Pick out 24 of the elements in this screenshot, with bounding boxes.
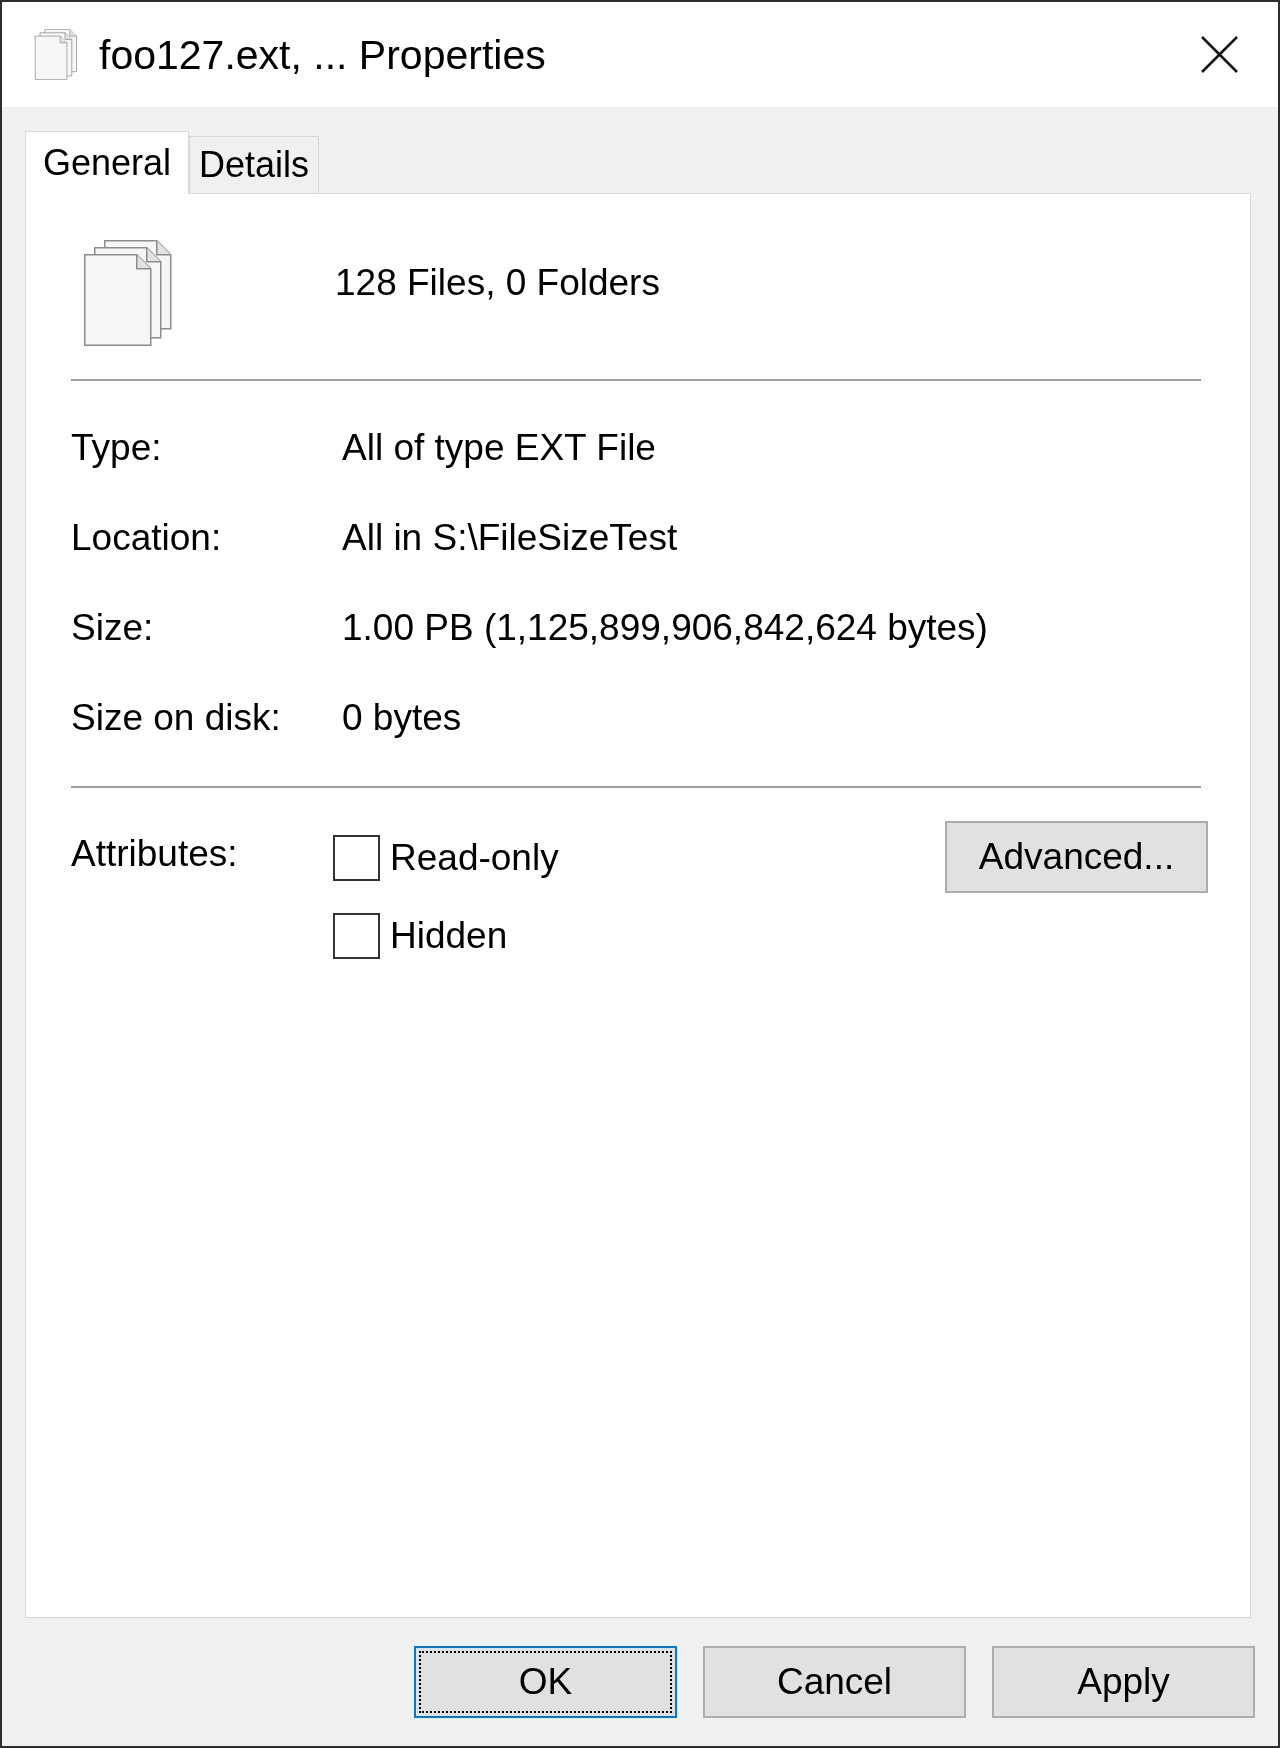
property-value: All of type EXT File xyxy=(342,426,656,470)
close-icon xyxy=(1201,36,1238,73)
property-label: Type: xyxy=(71,426,163,470)
documents-icon xyxy=(33,29,79,80)
property-value: 0 bytes xyxy=(342,696,462,740)
selection-summary: 128 Files, 0 Folders xyxy=(335,261,660,305)
property-label: Size on disk: xyxy=(71,696,282,740)
dialog-button[interactable]: Cancel xyxy=(703,1646,966,1718)
dialog-button[interactable]: OK xyxy=(414,1646,677,1718)
tab[interactable]: Details xyxy=(189,136,320,193)
property-label: Size: xyxy=(71,606,155,650)
checkbox-label[interactable]: Hidden xyxy=(390,914,508,958)
property-value: All in S:\FileSizeTest xyxy=(342,516,678,560)
property-value: 1.00 PB (1,125,899,906,842,624 bytes) xyxy=(342,606,988,650)
tab[interactable]: General xyxy=(25,131,190,194)
checkbox[interactable] xyxy=(333,835,380,881)
advanced-button[interactable]: Advanced... xyxy=(945,821,1208,893)
window-title: foo127.ext, ... Properties xyxy=(99,30,547,79)
property-label: Location: xyxy=(71,516,223,560)
checkbox-label[interactable]: Read-only xyxy=(390,836,559,880)
checkbox[interactable] xyxy=(333,913,380,959)
dialog-button[interactable]: Apply xyxy=(992,1646,1255,1718)
documents-icon xyxy=(84,240,172,346)
attributes-label: Attributes: xyxy=(71,832,239,876)
